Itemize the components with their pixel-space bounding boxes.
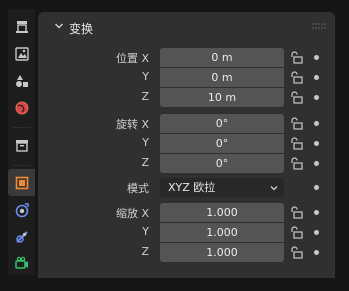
keyframe-dot-icon[interactable] [314, 141, 319, 146]
scale-z-field[interactable]: 1.000 [160, 243, 284, 262]
rotation-x-row: 旋转 X 0° [38, 114, 335, 133]
keyframe-dot-icon[interactable] [314, 185, 319, 190]
scale-z-row: Z 1.000 [38, 243, 335, 262]
drag-grip-icon[interactable] [312, 23, 326, 29]
chevron-down-icon[interactable] [54, 21, 64, 31]
keyframe-dot-icon[interactable] [314, 95, 319, 100]
unlock-icon[interactable] [290, 206, 303, 219]
unlock-icon[interactable] [290, 117, 303, 130]
rotation-x-label: 旋转 X [115, 118, 149, 131]
world-icon[interactable] [8, 94, 35, 121]
keyframe-dot-icon[interactable] [314, 121, 319, 126]
unlock-icon[interactable] [290, 226, 303, 239]
object-data-camera-icon[interactable] [8, 250, 35, 277]
unlock-icon[interactable] [290, 157, 303, 170]
rotation-z-row: Z 0° [38, 154, 335, 173]
unlock-icon[interactable] [290, 246, 303, 259]
transform-panel: 变换 位置 X 0 m Y 0 m Z 10 m 旋转 X 0° Y 0° Z … [38, 12, 335, 278]
rotation-y-field[interactable]: 0° [160, 134, 284, 153]
keyframe-dot-icon[interactable] [314, 230, 319, 235]
keyframe-dot-icon[interactable] [314, 250, 319, 255]
chevron-down-icon [270, 186, 278, 191]
rotation-y-row: Y 0° [38, 134, 335, 153]
rotation-mode-value: XYZ 欧拉 [168, 181, 216, 194]
scale-x-field[interactable]: 1.000 [160, 203, 284, 222]
location-x-row: 位置 X 0 m [38, 48, 335, 67]
location-z-label: Z [141, 90, 149, 103]
location-x-field[interactable]: 0 m [160, 48, 284, 67]
tool-icon[interactable] [8, 13, 35, 40]
scale-z-label: Z [141, 245, 149, 258]
rotation-y-label: Y [142, 136, 149, 149]
modifier-icon[interactable] [8, 196, 35, 223]
properties-tab-strip [8, 9, 35, 275]
keyframe-dot-icon[interactable] [314, 75, 319, 80]
location-z-field[interactable]: 10 m [160, 88, 284, 107]
rotation-mode-select[interactable]: XYZ 欧拉 [160, 178, 284, 197]
keyframe-dot-icon[interactable] [314, 210, 319, 215]
scale-y-field[interactable]: 1.000 [160, 223, 284, 242]
location-x-label: 位置 X [115, 52, 149, 65]
panel-title: 变换 [69, 22, 94, 36]
scale-x-label: 缩放 X [115, 207, 149, 220]
keyframe-dot-icon[interactable] [314, 55, 319, 60]
rotation-z-field[interactable]: 0° [160, 154, 284, 173]
location-y-row: Y 0 m [38, 68, 335, 87]
tab-divider [12, 165, 31, 166]
unlock-icon[interactable] [290, 71, 303, 84]
tab-divider [12, 127, 31, 128]
location-y-field[interactable]: 0 m [160, 68, 284, 87]
collection-icon[interactable] [8, 131, 35, 158]
rotation-x-field[interactable]: 0° [160, 114, 284, 133]
keyframe-dot-icon[interactable] [314, 161, 319, 166]
rotation-mode-label: 模式 [127, 182, 149, 195]
unlock-icon[interactable] [290, 137, 303, 150]
location-z-row: Z 10 m [38, 88, 335, 107]
rotation-mode-row: 模式 XYZ 欧拉 [38, 178, 335, 197]
panel-header[interactable]: 变换 [38, 12, 335, 42]
rotation-z-label: Z [141, 156, 149, 169]
unlock-icon[interactable] [290, 91, 303, 104]
scale-y-label: Y [142, 225, 149, 238]
output-icon[interactable] [8, 67, 35, 94]
object-icon[interactable] [8, 169, 35, 196]
unlock-icon[interactable] [290, 51, 303, 64]
scale-x-row: 缩放 X 1.000 [38, 203, 335, 222]
scale-y-row: Y 1.000 [38, 223, 335, 242]
location-y-label: Y [142, 70, 149, 83]
render-icon[interactable] [8, 40, 35, 67]
physics-icon[interactable] [8, 223, 35, 250]
